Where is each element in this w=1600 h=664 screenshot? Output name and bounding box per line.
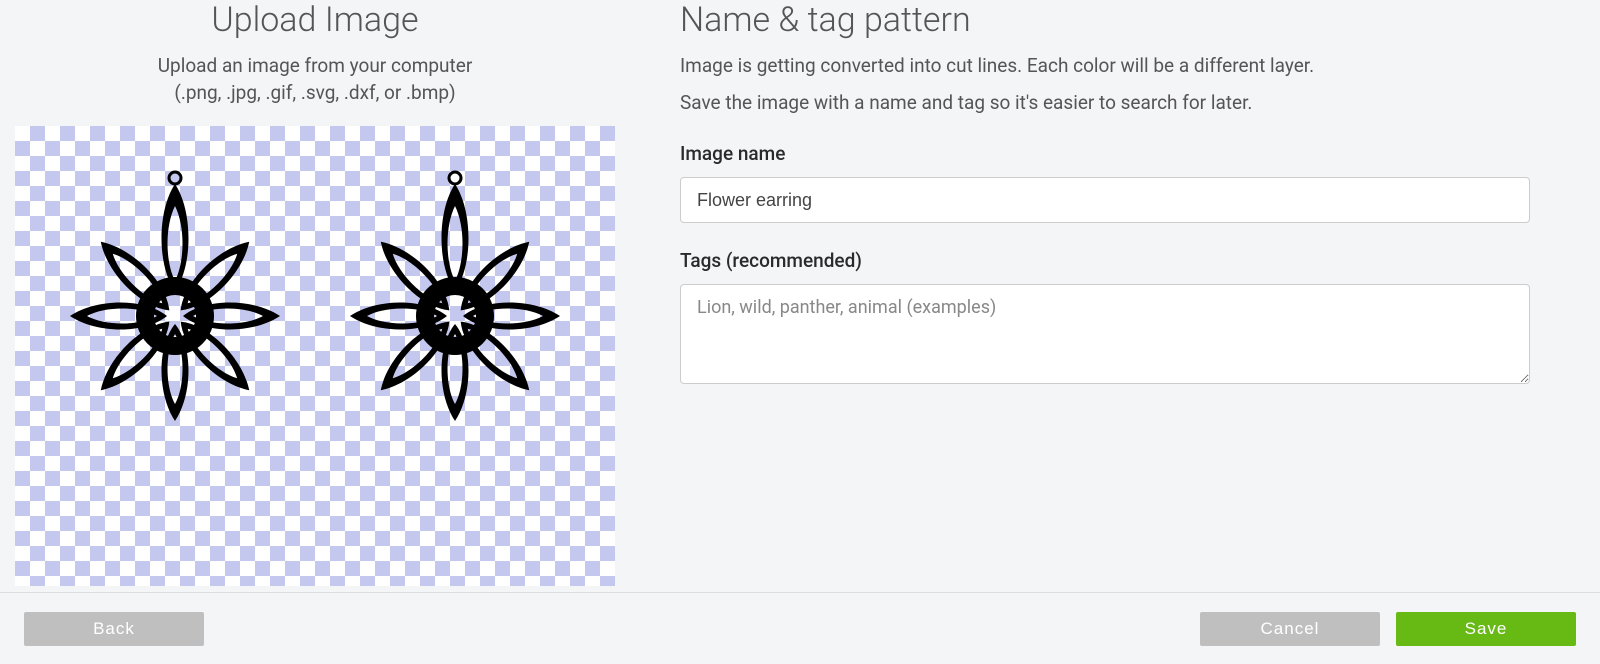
flower-earring-right-icon [325, 166, 585, 450]
cancel-button[interactable]: Cancel [1200, 612, 1380, 646]
back-button[interactable]: Back [24, 612, 204, 646]
upload-image-subtext-2: (.png, .jpg, .gif, .svg, .dxf, or .bmp) [174, 81, 455, 104]
tags-input[interactable] [680, 284, 1530, 384]
name-tag-panel: Name & tag pattern Image is getting conv… [680, 0, 1590, 592]
name-tag-para-2: Save the image with a name and tag so it… [680, 91, 1530, 114]
image-name-input[interactable] [680, 177, 1530, 223]
image-preview [15, 126, 615, 586]
save-button[interactable]: Save [1396, 612, 1576, 646]
footer-bar: Back Cancel Save [0, 592, 1600, 664]
image-name-label: Image name [680, 142, 1530, 165]
name-tag-para-1: Image is getting converted into cut line… [680, 54, 1530, 77]
tags-label: Tags (recommended) [680, 249, 1530, 272]
upload-image-subtext-1: Upload an image from your computer [158, 54, 473, 77]
flower-earring-left-icon [45, 166, 305, 450]
upload-image-panel: Upload Image Upload an image from your c… [10, 0, 620, 592]
upload-image-title: Upload Image [211, 0, 418, 40]
name-tag-title: Name & tag pattern [680, 0, 1530, 40]
